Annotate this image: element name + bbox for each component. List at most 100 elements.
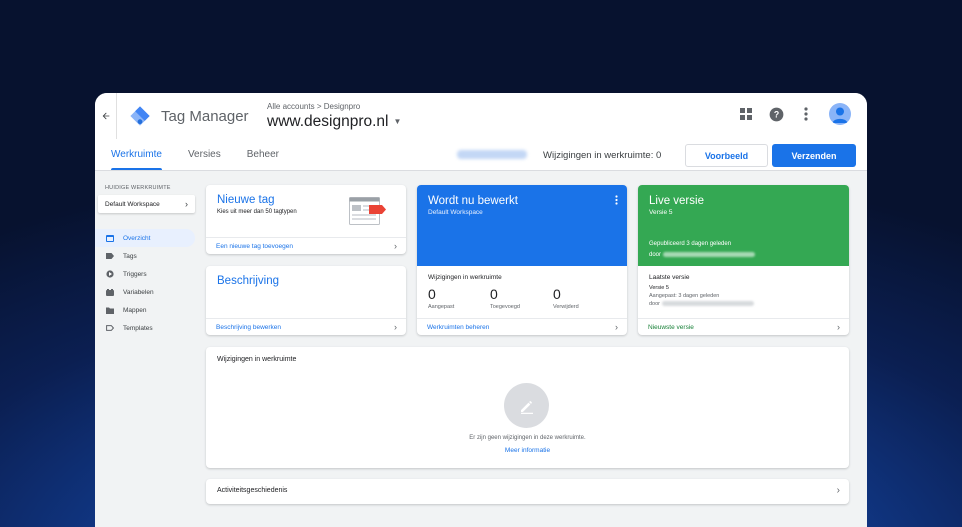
more-options-button[interactable] [795, 103, 817, 125]
sidebar-item-label: Templates [123, 324, 153, 332]
stat-added: 0 Toegevoegd [490, 286, 520, 310]
chevron-right-icon: › [185, 199, 188, 209]
sidebar-item-mappen[interactable]: Mappen [95, 301, 199, 319]
breadcrumb-accounts[interactable]: Alle accounts [267, 102, 315, 111]
svg-text:?: ? [773, 109, 778, 119]
tab-beheer[interactable]: Beheer [234, 139, 292, 170]
live-version-number: Versie 5 [649, 209, 673, 216]
sidebar: HUIDIGE WERKRUIMTE Default Workspace › O… [95, 171, 199, 527]
tag-illustration-icon [349, 197, 387, 230]
account-avatar[interactable] [829, 103, 851, 125]
currently-editing-workspace: Default Workspace [428, 209, 483, 216]
sidebar-item-tags[interactable]: Tags [95, 247, 199, 265]
sidebar-nav: Overzicht Tags Triggers Variabelen Mappe… [95, 229, 199, 337]
live-published-by: door [649, 252, 755, 258]
submit-button[interactable]: Verzenden [772, 144, 856, 167]
stat-value: 0 [490, 286, 498, 302]
trigger-icon [106, 270, 114, 278]
chevron-right-icon: › [836, 485, 840, 496]
description-title: Beschrijving [217, 275, 279, 287]
top-icons: ? [727, 103, 851, 125]
current-workspace-label: HUIDIGE WERKRUIMTE [105, 185, 171, 191]
live-version-card: Live versie Versie 5 Gepubliceerd 3 dage… [638, 185, 849, 335]
live-version-title: Live versie [649, 195, 704, 207]
chevron-right-icon: › [394, 241, 397, 251]
workspace-changes-count: Wijzigingen in werkruimte: 0 [543, 149, 662, 161]
arrow-back-icon [102, 112, 109, 120]
stat-modified: 0 Aangepast [428, 286, 454, 310]
tab-werkruimte[interactable]: Werkruimte [98, 139, 175, 170]
sidebar-item-templates[interactable]: Templates [95, 319, 199, 337]
stat-deleted: 0 Verwijderd [553, 286, 579, 310]
sidebar-item-label: Mappen [123, 306, 147, 314]
chevron-right-icon: › [615, 322, 618, 332]
brand-name: Tag Manager [161, 107, 249, 125]
apps-grid-button[interactable] [735, 103, 757, 125]
modifier-email-blurred [661, 301, 754, 307]
stat-label: Aangepast [428, 304, 455, 310]
currently-editing-header: Wordt nu bewerkt Default Workspace [417, 185, 627, 266]
container-selector[interactable]: www.designpro.nl ▼ [267, 113, 401, 131]
workspace-tabs: Werkruimte Versies Beheer Wijzigingen in… [95, 139, 867, 171]
workspace-name: Default Workspace [105, 200, 160, 208]
container-name: www.designpro.nl [267, 112, 389, 130]
edit-description-label: Beschrijving bewerken [216, 323, 282, 331]
dropdown-caret-icon: ▼ [393, 117, 402, 126]
workspace-changes-panel: Wijzigingen in werkruimte Er zijn geen w… [206, 347, 849, 468]
activity-history-title: Activiteitsgeschiedenis [217, 487, 288, 494]
edit-description-link[interactable]: Beschrijving bewerken › [206, 318, 406, 335]
help-button[interactable]: ? [765, 103, 787, 125]
latest-version-label: Laatste versie [649, 274, 690, 281]
currently-editing-title: Wordt nu bewerkt [428, 195, 518, 207]
more-info-link[interactable]: Meer informatie [206, 447, 849, 454]
person-icon [832, 107, 848, 123]
top-bar: Tag Manager Alle accounts > Designpro ww… [95, 93, 867, 139]
stat-value: 0 [553, 286, 561, 302]
folder-icon [106, 306, 114, 314]
more-vert-icon [804, 107, 808, 121]
tag-icon [106, 252, 114, 260]
workspace-changes-label: Wijzigingen in werkruimte [428, 274, 502, 281]
manage-workspaces-link[interactable]: Werkruimten beheren › [417, 318, 627, 335]
chevron-right-icon: › [837, 322, 840, 332]
latest-version-by: door [649, 301, 754, 307]
apps-grid-icon [740, 108, 752, 120]
live-version-header: Live versie Versie 5 Gepubliceerd 3 dage… [638, 185, 849, 266]
stat-label: Toegevoegd [490, 304, 520, 310]
sidebar-item-variabelen[interactable]: Variabelen [95, 283, 199, 301]
sidebar-item-overzicht[interactable]: Overzicht [95, 229, 195, 247]
latest-version-number: Versie 5 [649, 285, 669, 291]
workspace-selector[interactable]: Default Workspace › [98, 195, 195, 213]
more-vert-icon[interactable] [615, 195, 618, 205]
tab-versies[interactable]: Versies [175, 139, 234, 170]
edit-pencil-icon [504, 383, 549, 428]
empty-changes-text: Er zijn geen wijzigingen in deze werkrui… [469, 435, 586, 441]
sidebar-item-label: Triggers [123, 270, 147, 278]
overview-icon [106, 234, 114, 242]
modified-by-prefix: door [649, 301, 661, 307]
variable-icon [106, 288, 114, 296]
latest-version-modified: Aangepast: 3 dagen geleden [649, 293, 720, 299]
tag-manager-logo-icon [129, 105, 151, 127]
currently-editing-card: Wordt nu bewerkt Default Workspace Wijzi… [417, 185, 627, 335]
published-by-prefix: door [649, 252, 662, 259]
manage-workspaces-label: Werkruimten beheren [427, 323, 490, 331]
add-new-tag-label: Een nieuwe tag toevoegen [216, 242, 293, 250]
back-button[interactable] [95, 93, 117, 139]
help-icon: ? [769, 107, 783, 121]
description-card[interactable]: Beschrijving Beschrijving bewerken › [206, 266, 406, 335]
breadcrumb-separator: > [316, 101, 322, 111]
sidebar-item-label: Variabelen [123, 288, 154, 296]
newest-version-link[interactable]: Nieuwste versie › [638, 318, 849, 335]
activity-history-panel[interactable]: Activiteitsgeschiedenis › [206, 479, 849, 504]
sidebar-item-label: Overzicht [123, 234, 151, 242]
workspace-changes-title: Wijzigingen in werkruimte [217, 356, 297, 363]
chevron-right-icon: › [394, 322, 397, 332]
add-new-tag-link[interactable]: Een nieuwe tag toevoegen › [206, 237, 406, 254]
sidebar-item-triggers[interactable]: Triggers [95, 265, 199, 283]
stat-label: Verwijderd [553, 304, 579, 310]
breadcrumb-account[interactable]: Designpro [324, 102, 360, 111]
new-tag-card[interactable]: Nieuwe tag Kies uit meer dan 50 tagtypen… [206, 185, 406, 254]
preview-button[interactable]: Voorbeeld [685, 144, 768, 167]
sidebar-item-label: Tags [123, 252, 137, 260]
